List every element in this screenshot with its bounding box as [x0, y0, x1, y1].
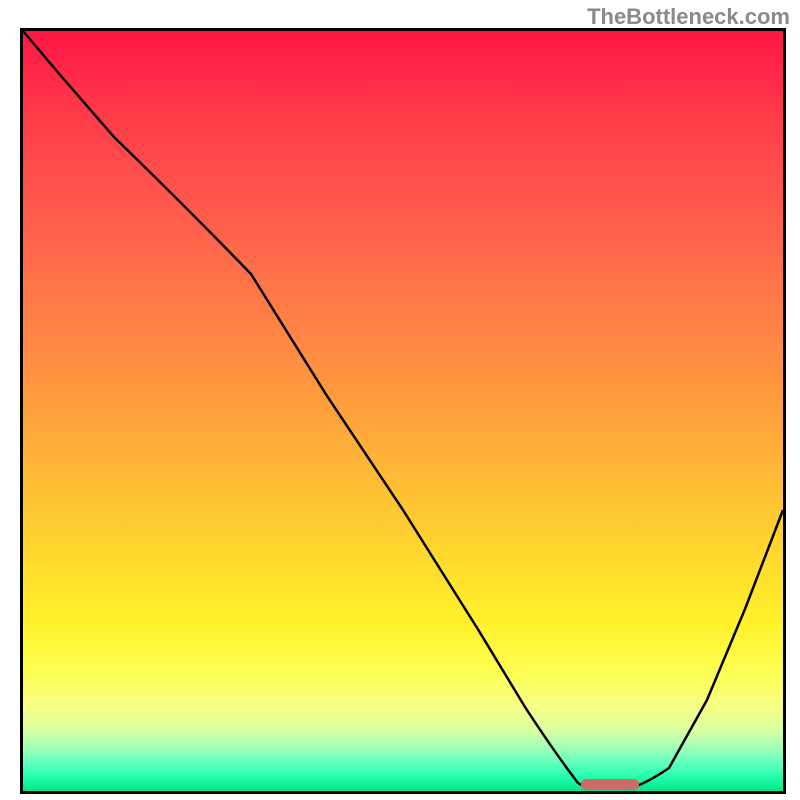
plot-area — [20, 28, 786, 794]
chart-container: TheBottleneck.com — [0, 0, 800, 800]
curve-svg — [23, 31, 783, 791]
optimum-marker — [581, 779, 639, 790]
bottleneck-curve — [23, 31, 783, 788]
watermark: TheBottleneck.com — [587, 4, 790, 30]
